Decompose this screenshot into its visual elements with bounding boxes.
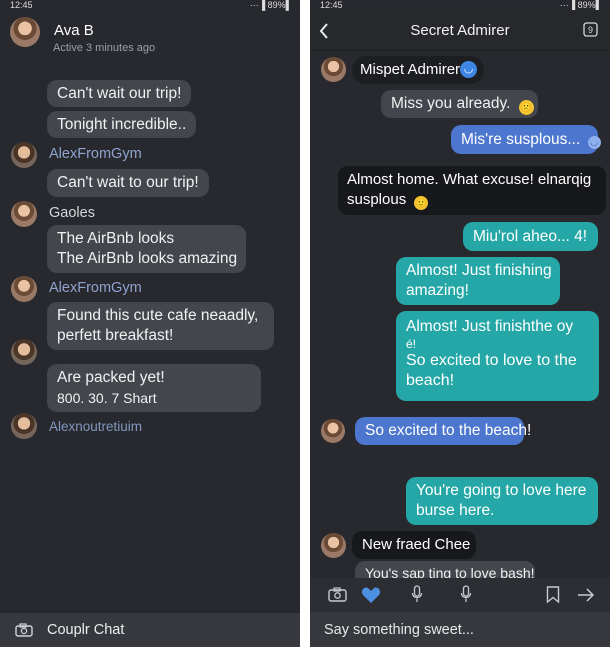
- confused-emoji-icon: 😕: [518, 100, 534, 115]
- smile-badge-icon: ◡: [587, 136, 601, 149]
- message-bubble[interactable]: Almost home. What excuse! elnarqig suspl…: [338, 166, 606, 215]
- sender-name: AlexFromGym: [49, 146, 142, 162]
- sender-avatar: [321, 419, 345, 443]
- status-time: 12:45: [320, 0, 343, 10]
- message-bubble[interactable]: Found this cute cafe neaadly, perfett br…: [47, 302, 274, 350]
- smile-emoji-icon: 🙂: [414, 196, 429, 210]
- message-bubble[interactable]: So excited to the beach!: [355, 417, 531, 445]
- message-text: Miss you already.: [391, 95, 511, 112]
- status-bar: 12:45 ···▐ 89%▌: [310, 0, 610, 10]
- message-line: So excited to love to the: [406, 352, 577, 369]
- camera-icon[interactable]: [328, 587, 347, 602]
- sender-avatar: [11, 339, 37, 365]
- message-line: susplous 🙂: [347, 191, 429, 210]
- svg-text:9: 9: [588, 25, 593, 35]
- chat-header: Secret Admirer 9: [310, 10, 610, 51]
- left-chat-screen: 12:45 ···▐ 89%▌ Ava B Active 3 minutes a…: [0, 0, 300, 647]
- sender-avatar: [11, 413, 37, 439]
- message-input[interactable]: Say something sweet...: [324, 622, 474, 638]
- message-bubble[interactable]: Mis're susplous... ◡: [451, 125, 601, 154]
- send-arrow-icon[interactable]: [577, 588, 595, 602]
- verified-badge-icon: ◡: [460, 61, 477, 78]
- message-line: The AirBnb looks amazing: [57, 250, 238, 267]
- composer-toolbar: [310, 578, 610, 612]
- message-bubble[interactable]: Almost! Just finishing amazing!: [396, 257, 560, 305]
- status-system: ···▐ 89%▌: [249, 0, 292, 10]
- status-bar: 12:45 ···▐ 89%▌: [0, 0, 300, 10]
- message-bubble[interactable]: Miu'rol aheo... 4!: [463, 222, 598, 251]
- microphone-icon[interactable]: [411, 585, 423, 603]
- message-line: Almost home. What excuse! elnarqig: [347, 171, 592, 188]
- message-line: perfett breakfast!: [57, 327, 174, 344]
- footer-bar: Couplr Chat: [0, 613, 300, 647]
- camera-icon[interactable]: [15, 623, 33, 637]
- sender-avatar: [11, 201, 37, 227]
- right-chat-screen: 12:45 ···▐ 89%▌ Secret Admirer 9 Mispet …: [310, 0, 610, 647]
- sender-name: Gaoles: [49, 205, 95, 221]
- status-system: ···▐ 89%▌: [559, 0, 602, 10]
- sender-name: Alexnoutretiuim: [49, 419, 143, 434]
- contact-avatar[interactable]: [10, 17, 40, 47]
- message-line: burse here.: [416, 502, 495, 519]
- message-line: Almost! Just finishing: [406, 262, 552, 279]
- sender-name-bubble[interactable]: Mispet Admirer ◡: [352, 56, 484, 84]
- message-bubble[interactable]: Tonight incredible..: [47, 111, 197, 138]
- sender-avatar: [11, 142, 37, 168]
- footer-label[interactable]: Couplr Chat: [47, 622, 124, 638]
- message-line: 800. 30. 7 Shart: [57, 390, 157, 406]
- message-bubble[interactable]: Can't wait to our trip!: [47, 169, 209, 197]
- sender-name: AlexFromGym: [49, 280, 142, 296]
- status-time: 12:45: [10, 0, 33, 10]
- contact-name: Ava B: [54, 22, 94, 39]
- bookmark-icon[interactable]: [546, 586, 560, 603]
- sender-avatar: [11, 276, 37, 302]
- message-line: beach!: [406, 372, 455, 389]
- message-bubble[interactable]: Miss you already. 😕: [381, 90, 538, 118]
- contact-status: Active 3 minutes ago: [53, 42, 156, 54]
- sender-avatar: [321, 533, 346, 558]
- microphone-icon[interactable]: [460, 585, 472, 603]
- message-bubble[interactable]: Almost! Just finishthe oy é! So excited …: [396, 311, 599, 401]
- message-line: Almost! Just finishthe oy: [406, 318, 574, 335]
- sender-name: Mispet Admirer: [360, 61, 461, 78]
- message-bubble[interactable]: New fraed Chee: [352, 531, 476, 559]
- message-line: amazing!: [406, 282, 469, 299]
- message-line: Are packed yet!: [57, 369, 165, 386]
- message-input-bar: Say something sweet...: [310, 612, 610, 647]
- message-bubble[interactable]: Can't wait our trip!: [47, 80, 192, 107]
- heart-icon[interactable]: [361, 586, 381, 604]
- message-bubble[interactable]: You're going to love here burse here.: [406, 477, 598, 525]
- message-bubble[interactable]: Are packed yet! 800. 30. 7 Shart: [47, 364, 261, 412]
- message-line: é!: [406, 337, 417, 351]
- sender-avatar: [321, 57, 346, 82]
- message-text: Mis're susplous...: [461, 131, 581, 148]
- message-line: The AirBnb looks: [57, 230, 175, 247]
- chat-title: Secret Admirer: [410, 22, 510, 39]
- message-bubble[interactable]: The AirBnb looks The AirBnb looks amazin…: [47, 225, 246, 273]
- message-line: You're going to love here: [416, 482, 587, 499]
- info-square-icon[interactable]: 9: [583, 22, 598, 37]
- message-line: Found this cute cafe neaadly,: [57, 307, 259, 324]
